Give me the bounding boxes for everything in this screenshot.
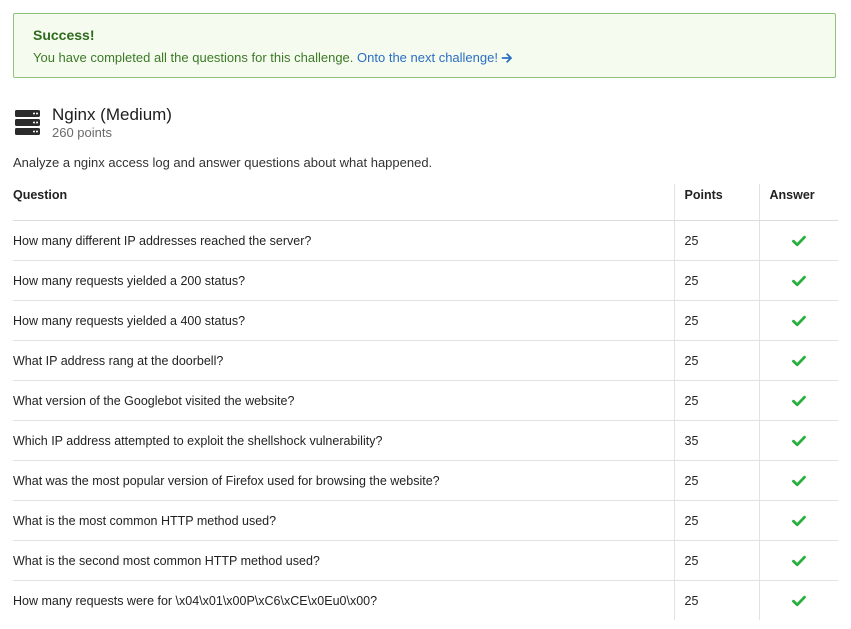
check-icon [791, 596, 806, 607]
check-icon [791, 396, 806, 407]
challenge-points: 260 points [52, 125, 112, 140]
question-points: 25 [673, 340, 759, 381]
question-text: How many requests yielded a 200 status? [13, 260, 674, 301]
check-icon [791, 436, 806, 447]
answer-status [758, 220, 838, 261]
arrow-right-icon [501, 52, 512, 63]
answer-status [758, 420, 838, 461]
header-answer: Answer [758, 184, 838, 221]
question-text: How many requests yielded a 400 status? [13, 300, 674, 341]
check-icon [791, 516, 806, 527]
header-question: Question [13, 184, 674, 221]
question-points: 25 [673, 260, 759, 301]
answer-status [758, 500, 838, 541]
answer-status [758, 300, 838, 341]
success-alert: Success! You have completed all the ques… [13, 13, 836, 78]
question-points: 25 [673, 540, 759, 581]
question-text: What IP address rang at the doorbell? [13, 340, 674, 381]
question-points: 35 [673, 420, 759, 461]
alert-message-line: You have completed all the questions for… [33, 50, 513, 65]
check-icon [791, 236, 806, 247]
next-challenge-link[interactable]: Onto the next challenge! [357, 50, 513, 65]
table-row: What was the most popular version of Fir… [13, 460, 838, 501]
table-row: What version of the Googlebot visited th… [13, 380, 838, 421]
check-icon [791, 476, 806, 487]
question-points: 25 [673, 500, 759, 541]
answer-status [758, 380, 838, 421]
check-icon [791, 556, 806, 567]
questions-table: Question Points Answer How many differen… [13, 184, 838, 620]
table-row: How many requests yielded a 400 status? 2… [13, 300, 838, 341]
question-text: Which IP address attempted to exploit th… [13, 420, 674, 461]
question-text: How many requests were for \x04\x01\x00P… [13, 593, 378, 608]
answer-status [758, 580, 838, 620]
question-points: 25 [673, 580, 759, 620]
answer-status [758, 540, 838, 581]
questions-body: How many different IP addresses reached … [13, 220, 838, 620]
question-text: What was the most popular version of Fir… [13, 460, 674, 501]
table-row: What is the second most common HTTP meth… [13, 540, 838, 581]
alert-title: Success! [33, 27, 95, 43]
table-header-row: Question Points Answer [13, 184, 838, 221]
answer-status [758, 260, 838, 301]
challenge-header: Nginx (Medium) 260 points [13, 104, 613, 144]
next-challenge-label: Onto the next challenge! [357, 50, 498, 65]
question-points: 25 [673, 380, 759, 421]
question-text: How many different IP addresses reached … [13, 220, 674, 261]
server-icon [15, 110, 40, 135]
alert-message: You have completed all the questions for… [33, 50, 354, 65]
table-row: How many different IP addresses reached … [13, 220, 838, 261]
challenge-description: Analyze a nginx access log and answer qu… [13, 155, 433, 170]
table-row: What IP address rang at the doorbell? 25 [13, 340, 838, 381]
table-row: How many requests were for \x04\x01\x00P… [13, 580, 838, 620]
question-points: 25 [673, 300, 759, 341]
table-row: How many requests yielded a 200 status? 2… [13, 260, 838, 301]
challenge-page: Success! You have completed all the ques… [0, 0, 851, 629]
table-row: What is the most common HTTP method used… [13, 500, 838, 541]
check-icon [791, 276, 806, 287]
check-icon [791, 316, 806, 327]
answer-status [758, 340, 838, 381]
question-points: 25 [673, 460, 759, 501]
challenge-title: Nginx (Medium) [52, 105, 172, 124]
question-points: 25 [673, 220, 759, 261]
answer-status [758, 460, 838, 501]
question-text: What is the most common HTTP method used… [13, 500, 674, 541]
question-text: What version of the Googlebot visited th… [13, 380, 674, 421]
check-icon [791, 356, 806, 367]
question-text: What is the second most common HTTP meth… [13, 540, 674, 581]
table-row: Which IP address attempted to exploit th… [13, 420, 838, 461]
header-points: Points [673, 184, 759, 221]
